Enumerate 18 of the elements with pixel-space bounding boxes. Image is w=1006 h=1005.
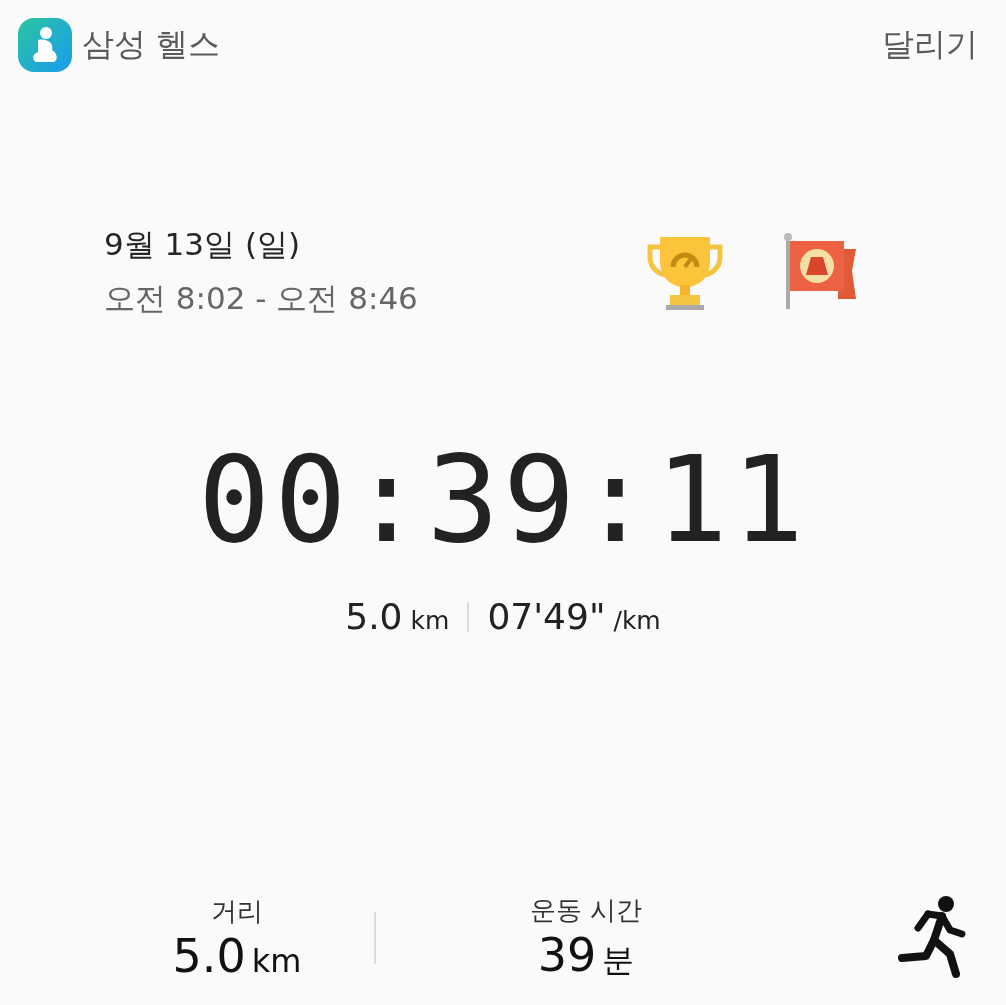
runner-icon bbox=[898, 894, 966, 978]
stat-unit: km bbox=[251, 941, 302, 980]
summary-value: 07'49" bbox=[487, 596, 606, 637]
duration-timer: 00:39:11 bbox=[197, 440, 809, 560]
summary-unit: km bbox=[410, 606, 450, 635]
stat-value: 39 bbox=[537, 928, 597, 982]
stat-value: 5.0 bbox=[172, 928, 246, 983]
stat-label: 거리 bbox=[211, 894, 263, 928]
workout-date: 9월 13일 (일) bbox=[104, 225, 302, 264]
app-title: 삼성 헬스 bbox=[82, 24, 221, 65]
stat-unit: 분 bbox=[602, 940, 635, 981]
app-logo-icon bbox=[18, 18, 72, 72]
stat-label: 운동 시간 bbox=[529, 894, 643, 927]
workout-time-range: 오전 8:02 - 오전 8:46 bbox=[104, 279, 418, 318]
flag-icon bbox=[782, 233, 858, 311]
activity-type: 달리기 bbox=[882, 24, 978, 65]
summary-value: 5.0 bbox=[345, 596, 403, 637]
summary-unit: /km bbox=[613, 606, 661, 635]
